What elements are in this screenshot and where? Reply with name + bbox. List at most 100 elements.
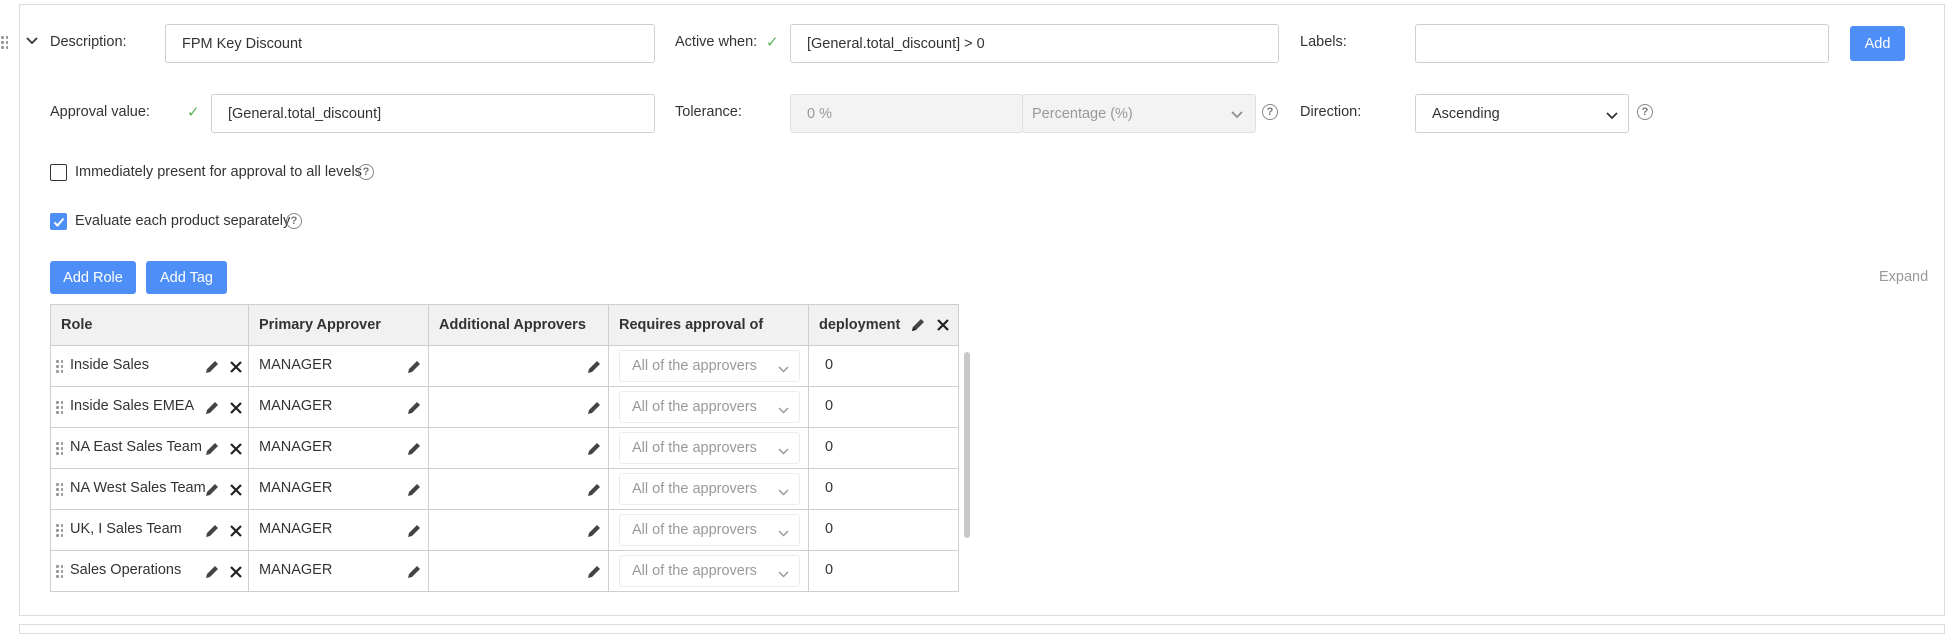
labels-input[interactable] — [1415, 24, 1829, 63]
table-row: Sales Operations MANAGER All of the approv… — [50, 550, 959, 592]
evaluate-each-help-icon[interactable]: ? — [286, 213, 302, 229]
requires-approval-cell: All of the approvers — [608, 550, 809, 592]
pencil-icon[interactable] — [204, 400, 220, 416]
deployment-cell[interactable]: 0 — [808, 468, 959, 510]
pencil-icon[interactable] — [406, 482, 422, 498]
add-tag-button[interactable]: Add Tag — [146, 261, 227, 294]
active-when-value: [General.total_discount] > 0 — [807, 35, 985, 52]
requires-approval-select[interactable]: All of the approvers — [619, 391, 800, 423]
tolerance-unit-select[interactable]: Percentage (%) — [1022, 94, 1256, 133]
drag-handle-icon[interactable] — [55, 400, 63, 414]
close-icon[interactable] — [229, 401, 243, 415]
pencil-icon[interactable] — [586, 564, 602, 580]
requires-approval-select[interactable]: All of the approvers — [619, 432, 800, 464]
pencil-icon[interactable] — [586, 523, 602, 539]
pencil-icon[interactable] — [586, 441, 602, 457]
pencil-icon[interactable] — [204, 441, 220, 457]
active-when-valid-checkmark-icon: ✓ — [766, 34, 779, 51]
evaluate-each-label: Evaluate each product separately — [75, 213, 291, 229]
deployment-cell[interactable]: 0 — [808, 386, 959, 428]
direction-value: Ascending — [1432, 105, 1500, 122]
chevron-down-icon — [778, 571, 789, 578]
pencil-icon[interactable] — [204, 523, 220, 539]
drag-handle-icon[interactable] — [55, 523, 63, 537]
additional-approvers-cell — [428, 509, 609, 551]
deployment-cell[interactable]: 0 — [808, 345, 959, 387]
pencil-icon[interactable] — [204, 564, 220, 580]
direction-help-icon[interactable]: ? — [1637, 104, 1653, 120]
role-name: Sales Operations — [70, 562, 182, 578]
tolerance-unit-value: Percentage (%) — [1032, 105, 1133, 122]
chevron-down-icon — [778, 530, 789, 537]
deployment-cell[interactable]: 0 — [808, 550, 959, 592]
pencil-icon[interactable] — [586, 400, 602, 416]
additional-approvers-cell — [428, 386, 609, 428]
pencil-icon[interactable] — [910, 317, 926, 333]
description-value: FPM Key Discount — [182, 35, 303, 52]
add-label-button[interactable]: Add — [1850, 26, 1905, 61]
tolerance-unit-chevron-down-icon — [1231, 111, 1243, 119]
next-panel-edge — [19, 624, 1945, 634]
drag-handle-icon[interactable] — [55, 359, 63, 373]
drag-handle-icon[interactable] — [55, 441, 63, 455]
close-icon[interactable] — [229, 524, 243, 538]
role-cell: Sales Operations — [50, 550, 249, 592]
primary-approver-cell: MANAGER — [248, 509, 429, 551]
immediately-present-label: Immediately present for approval to all … — [75, 164, 362, 180]
add-tag-button-text: Add Tag — [160, 269, 213, 286]
pencil-icon[interactable] — [204, 359, 220, 375]
pencil-icon[interactable] — [406, 400, 422, 416]
pencil-icon[interactable] — [204, 482, 220, 498]
primary-approver-cell: MANAGER — [248, 345, 429, 387]
requires-approval-select[interactable]: All of the approvers — [619, 473, 800, 505]
deployment-cell[interactable]: 0 — [808, 509, 959, 551]
active-when-input[interactable]: [General.total_discount] > 0 — [790, 24, 1279, 63]
chevron-down-icon[interactable] — [25, 36, 39, 46]
immediately-present-checkbox[interactable] — [50, 164, 67, 181]
close-icon[interactable] — [229, 360, 243, 374]
add-role-button[interactable]: Add Role — [50, 261, 136, 294]
pencil-icon[interactable] — [406, 359, 422, 375]
close-icon[interactable] — [229, 442, 243, 456]
close-icon[interactable] — [229, 565, 243, 579]
evaluate-each-checkbox[interactable] — [50, 213, 67, 230]
pencil-icon[interactable] — [406, 441, 422, 457]
description-input[interactable]: FPM Key Discount — [165, 24, 655, 63]
close-icon[interactable] — [936, 318, 950, 332]
tolerance-help-icon[interactable]: ? — [1262, 104, 1278, 120]
expand-link[interactable]: Expand — [1879, 269, 1928, 285]
chevron-down-icon — [778, 448, 789, 455]
deployment-column-header: deployment — [808, 304, 959, 346]
tolerance-input[interactable]: 0 % — [790, 94, 1023, 133]
primary-approver-value: MANAGER — [259, 562, 333, 578]
approval-value-label: Approval value: — [50, 104, 150, 120]
deployment-cell[interactable]: 0 — [808, 427, 959, 469]
close-icon[interactable] — [229, 483, 243, 497]
pencil-icon[interactable] — [586, 359, 602, 375]
drag-handle-icon[interactable] — [55, 482, 63, 496]
pencil-icon[interactable] — [586, 482, 602, 498]
primary-approver-value: MANAGER — [259, 521, 333, 537]
requires-approval-select[interactable]: All of the approvers — [619, 514, 800, 546]
role-column-header: Role — [50, 304, 249, 346]
active-when-label: Active when: — [675, 34, 758, 50]
drag-handle-icon[interactable] — [55, 564, 63, 578]
role-cell: Inside Sales — [50, 345, 249, 387]
direction-select[interactable]: Ascending — [1415, 94, 1629, 133]
role-name: Inside Sales EMEA — [70, 398, 195, 414]
approvers-table: Role Primary Approver Additional Approve… — [50, 304, 959, 592]
additional-approvers-cell — [428, 345, 609, 387]
pencil-icon[interactable] — [406, 523, 422, 539]
primary-approver-cell: MANAGER — [248, 386, 429, 428]
approval-value-input[interactable]: [General.total_discount] — [211, 94, 655, 133]
requires-approval-select[interactable]: All of the approvers — [619, 555, 800, 587]
table-scrollbar[interactable] — [964, 352, 970, 538]
role-cell: NA West Sales Team — [50, 468, 249, 510]
table-row: Inside Sales MANAGER All of the approvers 0 — [50, 345, 959, 387]
panel-drag-handle-icon[interactable] — [0, 35, 8, 49]
requires-approval-value: All of the approvers — [632, 563, 757, 579]
requires-approval-select[interactable]: All of the approvers — [619, 350, 800, 382]
pencil-icon[interactable] — [406, 564, 422, 580]
chevron-down-icon — [778, 407, 789, 414]
immediately-present-help-icon[interactable]: ? — [358, 164, 374, 180]
